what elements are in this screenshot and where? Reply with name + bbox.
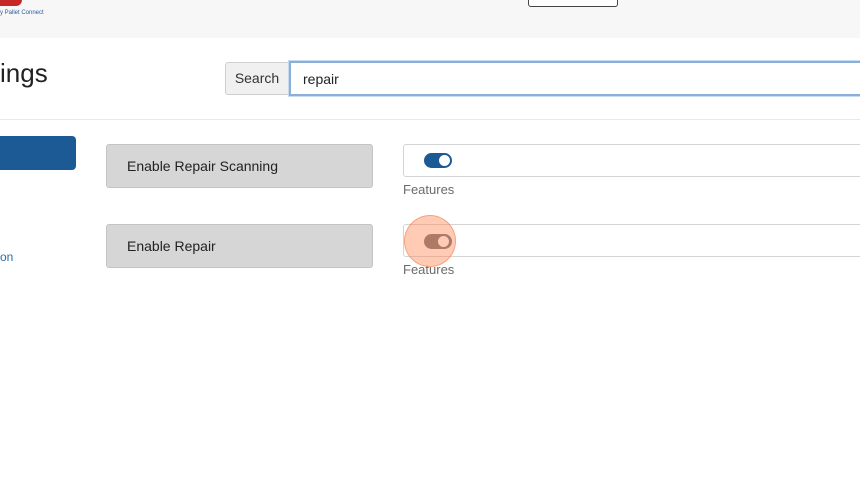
toggle-repair-scanning[interactable]	[424, 153, 452, 168]
toggle-knob	[439, 155, 450, 166]
sidebar-item-active[interactable]	[0, 136, 76, 170]
setting-label-repair: Enable Repair	[106, 224, 373, 268]
setting-label-repair-scanning: Enable Repair Scanning	[106, 144, 373, 188]
setting-category-repair-scanning: Features	[403, 182, 455, 197]
setting-field-repair-scanning	[403, 144, 860, 177]
header-divider	[0, 119, 860, 120]
search-label: Search	[225, 62, 289, 95]
top-navigation-bar: y Pallet Connect	[0, 0, 860, 38]
page-title: ings	[0, 58, 48, 88]
setting-field-repair	[403, 224, 860, 257]
setting-category-repair: Features	[403, 262, 455, 277]
search-input[interactable]	[289, 61, 860, 96]
top-bar-button[interactable]	[528, 0, 618, 7]
brand-logo-text[interactable]: y Pallet Connect	[0, 10, 44, 16]
toggle-knob	[438, 236, 449, 247]
brand-logo-icon[interactable]	[0, 0, 22, 6]
toggle-repair[interactable]	[424, 234, 452, 249]
sidebar-link[interactable]: on	[0, 250, 13, 264]
